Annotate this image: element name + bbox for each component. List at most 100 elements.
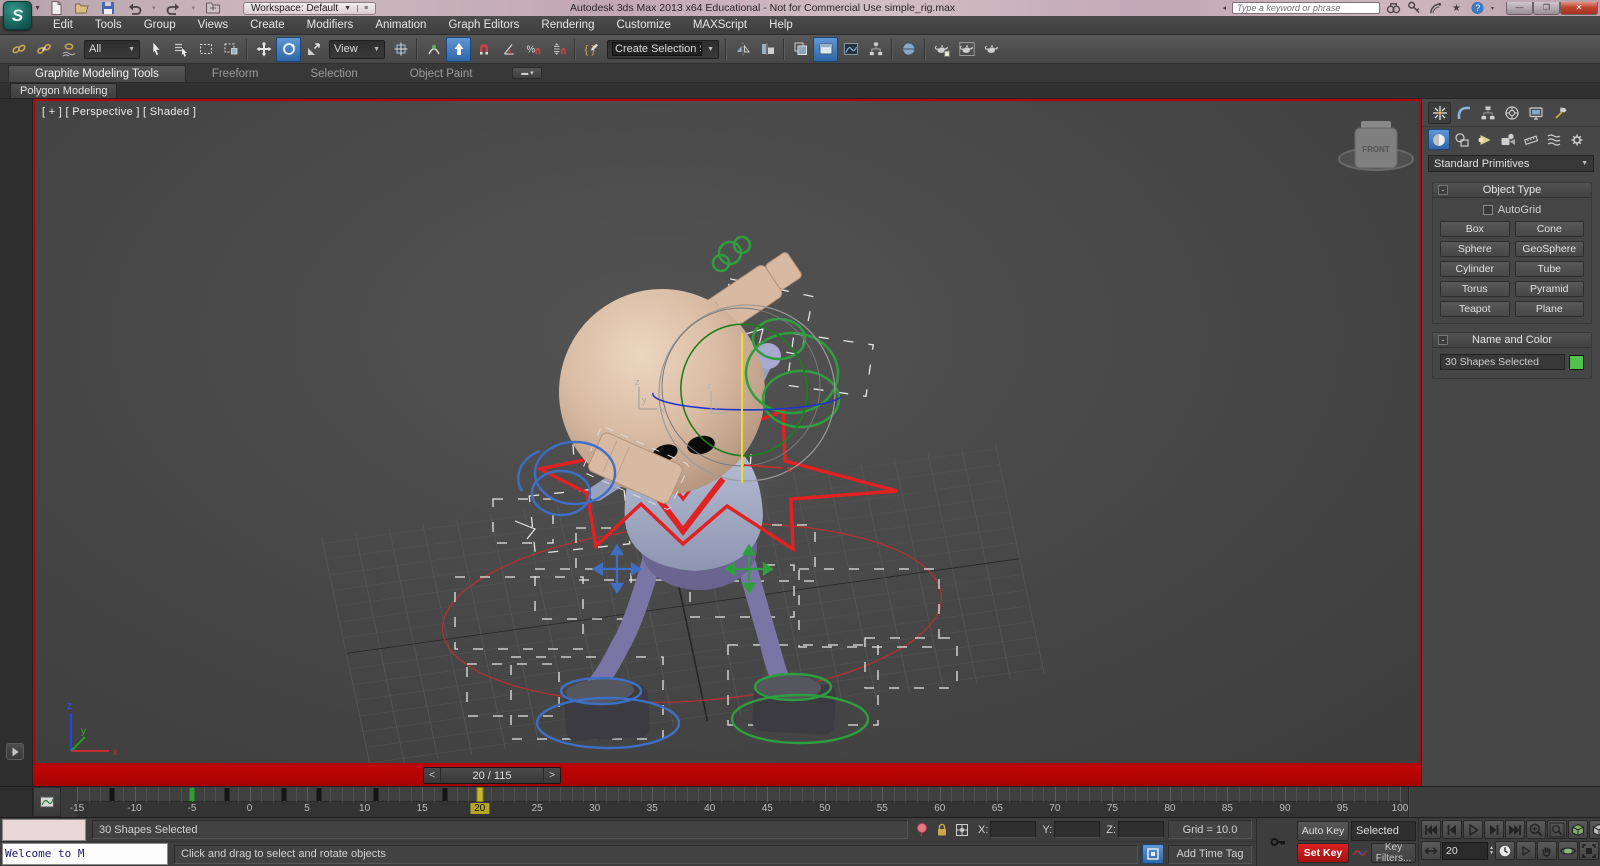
timeline-ruler[interactable]: -15 -10 -5 0 5 10 15 20 25 30 35 40 45 50 55 60 65 70 75 80… [61,787,1408,817]
zoom-extents-selected-icon[interactable] [1568,820,1588,839]
angle-snap-toggle-icon[interactable] [496,37,521,62]
material-editor-icon[interactable] [896,37,921,62]
object-name-field[interactable]: 30 Shapes Selected [1440,354,1565,370]
current-frame-input[interactable] [1442,841,1488,860]
previous-frame-arrow[interactable]: < [424,768,441,783]
animation-key[interactable] [373,788,379,801]
object-type-rollout-header[interactable]: - Object Type [1433,183,1591,198]
app-menu-button[interactable]: S [3,1,32,30]
menu-item[interactable]: Modifiers [296,19,365,31]
mirror-icon[interactable] [730,37,755,62]
select-object-icon[interactable] [143,37,168,62]
select-and-manipulate-icon[interactable] [421,37,446,62]
animation-key[interactable] [316,788,322,801]
lights-category-icon[interactable] [1474,129,1496,150]
ribbon-tab[interactable]: Freeform [186,66,285,82]
systems-category-icon[interactable] [1566,129,1588,150]
redo-icon[interactable] [166,1,182,15]
object-color-swatch[interactable] [1569,354,1584,370]
play-animation-icon[interactable] [1463,820,1483,839]
key-mode-dropdown[interactable]: Selected [1351,821,1416,841]
object-type-button[interactable]: Cylinder [1440,261,1510,277]
viewport-label-menus[interactable]: [ + ] [ Perspective ] [ Shaded ] [42,106,196,118]
align-icon[interactable] [755,37,780,62]
subscription-key-icon[interactable] [1407,1,1422,15]
menu-item[interactable]: Tools [84,19,133,31]
object-type-button[interactable]: Sphere [1440,241,1510,257]
motion-tab-icon[interactable] [1500,102,1523,124]
auto-key-button[interactable]: Auto Key [1297,821,1349,841]
next-frame-arrow[interactable]: > [543,768,560,783]
workspace-dropdown-arrow-icon[interactable]: ▼ [344,5,351,12]
rectangular-selection-region-icon[interactable] [193,37,218,62]
shapes-category-icon[interactable] [1451,129,1473,150]
right-leg[interactable] [735,549,793,696]
maxscript-mini-listener-macro[interactable] [2,818,86,841]
percent-snap-toggle-icon[interactable]: % [521,37,546,62]
layout-tabs-expand-icon[interactable] [6,743,24,760]
perspective-viewport[interactable]: [ + ] [ Perspective ] [ Shaded ] z y x z… [33,99,1421,765]
open-file-icon[interactable] [74,1,90,15]
viewcube[interactable]: FRONT [1338,121,1414,171]
menu-item[interactable]: Group [133,19,187,31]
time-slider-track[interactable]: < 20 / 115 > [33,765,1421,786]
close-button[interactable]: ✕ [1560,1,1598,15]
ribbon-tab[interactable]: Selection [284,66,383,82]
curve-editor-icon[interactable] [838,37,863,62]
project-folder-icon[interactable] [205,1,221,15]
render-production-icon[interactable] [979,37,1004,62]
time-configuration-icon[interactable] [1494,841,1515,860]
animation-key[interactable] [281,788,287,801]
select-and-link-icon[interactable] [6,37,31,62]
object-type-button[interactable]: Teapot [1440,301,1510,317]
new-scene-icon[interactable] [48,1,64,15]
menu-item[interactable]: Help [758,19,804,31]
communication-center-icon[interactable] [1428,2,1443,15]
object-type-button[interactable]: Pyramid [1514,281,1584,297]
save-file-icon[interactable] [100,1,116,15]
ribbon-minimize-icon[interactable]: ▬ ▾ [512,67,543,79]
selection-lock-icon[interactable] [932,820,952,840]
utilities-tab-icon[interactable] [1548,102,1571,124]
current-frame-marker[interactable] [476,787,484,802]
app-menu-arrow-icon[interactable]: ▼ [34,5,41,12]
pan-hand-icon[interactable] [1536,841,1557,860]
right-boot[interactable] [752,673,837,735]
pan-flyout-icon[interactable] [1515,841,1536,860]
go-to-end-icon[interactable] [1505,820,1525,839]
object-type-button[interactable]: Torus [1440,281,1510,297]
set-key-button[interactable]: Set Key [1297,843,1349,863]
maxscript-mini-listener[interactable]: Welcome to M [2,843,168,865]
select-and-rotate-icon[interactable] [276,36,301,62]
z-coordinate-input[interactable] [1118,821,1164,838]
go-to-start-icon[interactable] [1421,820,1441,839]
ribbon-tab[interactable]: Graphite Modeling Tools [8,65,186,82]
infocenter-collapse-icon[interactable]: ◂ [1222,4,1226,12]
new-key-default-in-out-icon[interactable] [1351,843,1369,863]
menu-item[interactable]: Animation [364,19,437,31]
menu-item[interactable]: MAXScript [682,19,758,31]
selection-filter-dropdown[interactable]: All ▼ [84,39,140,59]
named-selection-sets-dropdown[interactable]: Create Selection Se ▼ [607,39,719,59]
manage-layers-icon[interactable] [788,37,813,62]
infocenter-search-input[interactable] [1231,2,1380,14]
edit-named-selection-sets-icon[interactable]: { } [579,37,604,62]
unlink-selection-icon[interactable] [31,37,56,62]
animation-key[interactable] [109,788,114,801]
graphite-modeling-tools-toggle-icon[interactable] [813,36,838,62]
animation-key[interactable] [224,788,230,801]
key-mode-toggle-icon[interactable] [1421,841,1441,860]
search-icon[interactable] [1386,2,1401,15]
set-keys-big-key-icon[interactable] [1259,820,1297,864]
add-time-tag-field[interactable]: Add Time Tag [1168,844,1252,864]
schematic-view-icon[interactable] [863,37,888,62]
modify-tab-icon[interactable] [1452,102,1475,124]
x-coordinate-input[interactable] [990,821,1037,838]
ribbon-tab[interactable]: Object Paint [384,66,499,82]
previous-frame-icon[interactable] [1442,820,1462,839]
viewcube-front-face[interactable]: FRONT [1362,145,1390,154]
zoom-extents-all-icon[interactable] [1589,820,1600,839]
menu-item[interactable]: Graph Editors [437,19,530,31]
geometry-category-dropdown[interactable]: Standard Primitives ▼ [1428,155,1594,172]
left-leg[interactable] [583,549,662,699]
